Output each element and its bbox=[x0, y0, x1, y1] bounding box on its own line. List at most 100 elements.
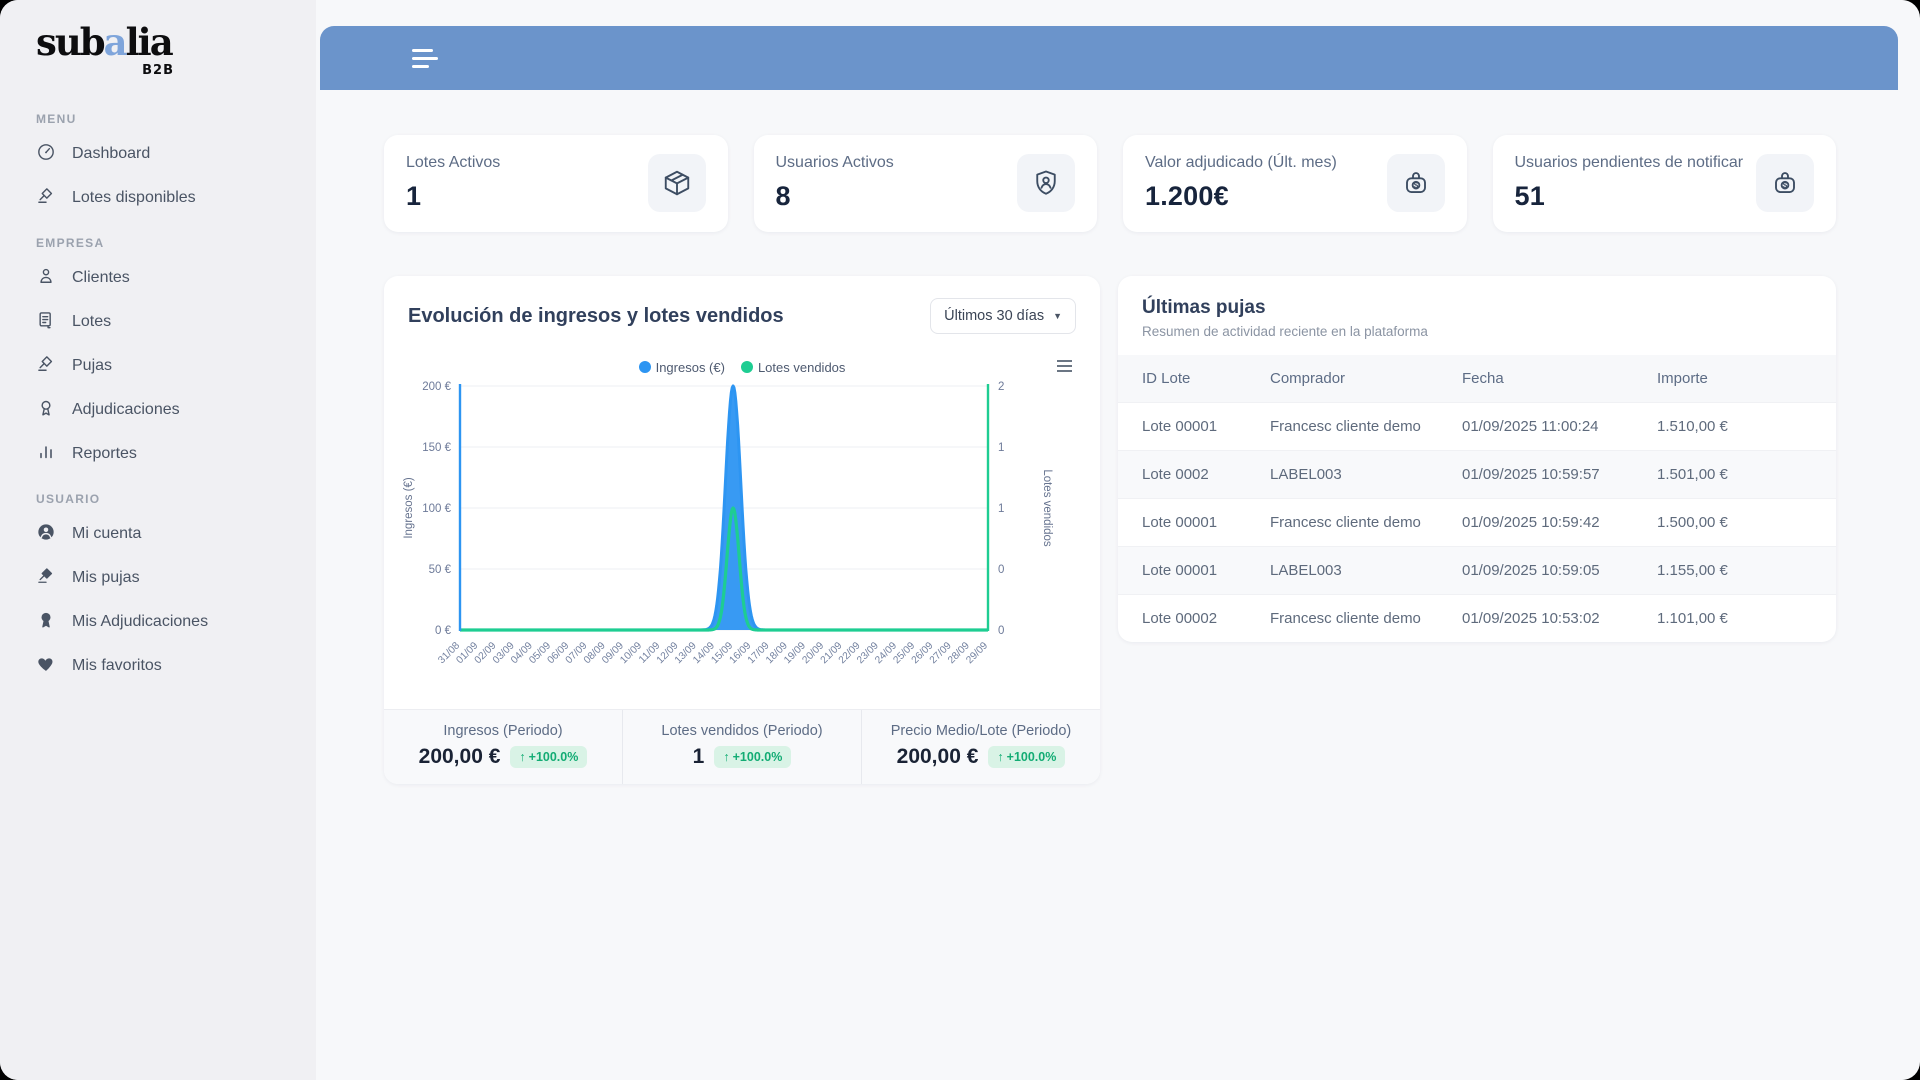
logo-part1: sub bbox=[36, 20, 106, 64]
bids-title: Últimas pujas bbox=[1142, 297, 1266, 318]
table-cell: LABEL003 bbox=[1246, 546, 1438, 595]
bids-table-body: Lote 00001 Francesc cliente demo 01/09/202… bbox=[1118, 402, 1836, 642]
bids-subtitle: Resumen de actividad reciente en la plat… bbox=[1142, 324, 1428, 339]
sidebar-item-lotes-disponibles[interactable]: Lotes disponibles bbox=[36, 176, 298, 220]
trend-delta: +100.0% bbox=[528, 750, 579, 764]
sidebar-item-mi-cuenta[interactable]: Mi cuenta bbox=[36, 512, 298, 556]
gavel-filled-icon bbox=[36, 566, 56, 591]
main-area: Lotes Activos 1 Usuarios Activos 8 Valor… bbox=[316, 0, 1920, 1080]
app-window: subalia B2B MENU Dashboard Lotes disponi… bbox=[0, 0, 1920, 1080]
stat-card-lotes-activos: Lotes Activos 1 bbox=[384, 135, 728, 232]
heart-icon bbox=[36, 654, 56, 679]
sidebar-item-mis-favoritos[interactable]: Mis favoritos bbox=[36, 644, 298, 688]
svg-text:$: $ bbox=[1783, 181, 1788, 190]
stat-card-usuarios-pendientes: Usuarios pendientes de notificar 51 $ bbox=[1492, 135, 1836, 232]
sidebar-item-label: Mi cuenta bbox=[72, 525, 142, 542]
chart-plot-area: 200 €2 150 €1 100 €1 50 €0 0 €0 Ingresos (€) L… bbox=[384, 376, 1100, 703]
menu-icon[interactable] bbox=[412, 48, 438, 68]
table-cell: Francesc cliente demo bbox=[1246, 594, 1438, 642]
legend-dot bbox=[638, 361, 651, 373]
sidebar-item-lotes[interactable]: Lotes bbox=[36, 300, 298, 344]
legend-dot bbox=[740, 361, 753, 373]
table-row: Lote 0002 LABEL003 01/09/2025 10:59:57 1.50… bbox=[1118, 450, 1836, 499]
table-cell: 1.500,00 € bbox=[1633, 498, 1836, 547]
sidebar-item-adjudicaciones[interactable]: Adjudicaciones bbox=[36, 388, 298, 432]
logo-accent-letter: a bbox=[103, 20, 128, 64]
svg-text:50 €: 50 € bbox=[429, 564, 452, 576]
gavel-icon bbox=[36, 186, 56, 211]
trend-badge: ↑ +100.0% bbox=[510, 746, 588, 768]
table-cell: 01/09/2025 10:59:05 bbox=[1438, 546, 1633, 595]
date-range-dropdown[interactable]: Últimos 30 días ▼ bbox=[930, 298, 1076, 334]
money-bag-icon: $ bbox=[1386, 154, 1445, 212]
logo-b2b-badge: B2B bbox=[142, 63, 174, 78]
svg-text:100 €: 100 € bbox=[422, 503, 451, 515]
stat-label: Lotes Activos bbox=[406, 154, 501, 171]
stat-value: 1.200€ bbox=[1145, 181, 1229, 211]
bar-chart-icon bbox=[36, 442, 56, 467]
stat-label: Usuarios pendientes de notificar bbox=[1514, 154, 1744, 171]
stat-card-valor-adjudicado: Valor adjudicado (Últ. mes) 1.200€ $ bbox=[1123, 135, 1467, 232]
award-icon bbox=[36, 398, 56, 423]
column-header: Importe bbox=[1633, 355, 1836, 403]
table-cell: Lote 00002 bbox=[1118, 594, 1246, 642]
footer-stat-ingresos: Ingresos (Periodo) 200,00 € ↑ +100.0% bbox=[384, 710, 622, 784]
stat-label: Usuarios Activos bbox=[775, 154, 894, 171]
svg-text:0: 0 bbox=[998, 564, 1004, 576]
sidebar-item-pujas[interactable]: Pujas bbox=[36, 344, 298, 388]
legend-item-ingresos[interactable]: Ingresos (€) bbox=[638, 360, 725, 375]
sidebar: subalia B2B MENU Dashboard Lotes disponi… bbox=[0, 0, 316, 1080]
date-range-label: Últimos 30 días bbox=[944, 308, 1045, 324]
evolution-chart-card: Evolución de ingresos y lotes vendidos Ú… bbox=[384, 276, 1100, 784]
package-icon bbox=[647, 154, 706, 212]
nav-section-menu: MENU bbox=[36, 112, 77, 126]
logo: subalia B2B bbox=[36, 24, 174, 79]
sidebar-item-label: Pujas bbox=[72, 357, 113, 374]
footer-stat-value: 200,00 € bbox=[896, 745, 979, 768]
svg-text:Ingresos (€): Ingresos (€) bbox=[403, 477, 415, 539]
sidebar-item-mis-pujas[interactable]: Mis pujas bbox=[36, 556, 298, 600]
svg-text:Lotes vendidos: Lotes vendidos bbox=[1041, 469, 1053, 547]
top-navbar bbox=[320, 26, 1898, 90]
table-cell: 1.101,00 € bbox=[1633, 594, 1836, 642]
sidebar-item-label: Clientes bbox=[72, 269, 130, 286]
table-row: Lote 00001 Francesc cliente demo 01/09/202… bbox=[1118, 402, 1836, 451]
table-row: Lote 00001 LABEL003 01/09/2025 10:59:05 1.1… bbox=[1118, 546, 1836, 595]
chevron-down-icon: ▼ bbox=[1053, 311, 1062, 321]
trend-badge: ↑ +100.0% bbox=[988, 746, 1066, 768]
dashboard-content: Lotes Activos 1 Usuarios Activos 8 Valor… bbox=[320, 90, 1898, 784]
svg-text:29/09: 29/09 bbox=[964, 640, 990, 666]
trend-delta: +100.0% bbox=[1006, 750, 1057, 764]
table-cell: 01/09/2025 10:53:02 bbox=[1438, 594, 1633, 642]
table-cell: Lote 00001 bbox=[1118, 402, 1246, 451]
sidebar-item-label: Reportes bbox=[72, 445, 137, 462]
person-icon bbox=[36, 266, 56, 291]
bids-table: ID Lote Comprador Fecha Importe Lote 000… bbox=[1118, 355, 1836, 642]
trend-delta: +100.0% bbox=[732, 750, 783, 764]
footer-stat-value: 200,00 € bbox=[418, 745, 501, 768]
chart-menu-icon[interactable] bbox=[1057, 360, 1072, 372]
sidebar-item-clientes[interactable]: Clientes bbox=[36, 256, 298, 300]
svg-text:0: 0 bbox=[998, 625, 1004, 637]
stat-card-usuarios-activos: Usuarios Activos 8 bbox=[753, 135, 1097, 232]
table-cell: Francesc cliente demo bbox=[1246, 498, 1438, 547]
svg-text:2: 2 bbox=[998, 381, 1004, 393]
sidebar-item-label: Adjudicaciones bbox=[72, 401, 180, 418]
footer-stat-label: Ingresos (Periodo) bbox=[443, 723, 563, 739]
legend-item-lotes-vendidos[interactable]: Lotes vendidos bbox=[740, 360, 845, 375]
table-cell: 1.510,00 € bbox=[1633, 402, 1836, 451]
stat-label: Valor adjudicado (Últ. mes) bbox=[1145, 154, 1337, 171]
table-row: Lote 00001 Francesc cliente demo 01/09/202… bbox=[1118, 498, 1836, 547]
table-cell: 01/09/2025 10:59:42 bbox=[1438, 498, 1633, 547]
table-cell: Lote 00001 bbox=[1118, 546, 1246, 595]
svg-text:1: 1 bbox=[998, 442, 1004, 454]
money-bag-icon: $ bbox=[1756, 154, 1814, 212]
column-header: Comprador bbox=[1246, 355, 1438, 403]
nav-section-usuario: USUARIO bbox=[36, 492, 101, 506]
sidebar-item-dashboard[interactable]: Dashboard bbox=[36, 132, 298, 176]
table-row: Lote 00002 Francesc cliente demo 01/09/202… bbox=[1118, 594, 1836, 642]
sidebar-item-reportes[interactable]: Reportes bbox=[36, 432, 298, 476]
user-circle-icon bbox=[36, 522, 56, 547]
sidebar-item-mis-adjudicaciones[interactable]: Mis Adjudicaciones bbox=[36, 600, 298, 644]
footer-stat-label: Precio Medio/Lote (Periodo) bbox=[890, 723, 1072, 739]
